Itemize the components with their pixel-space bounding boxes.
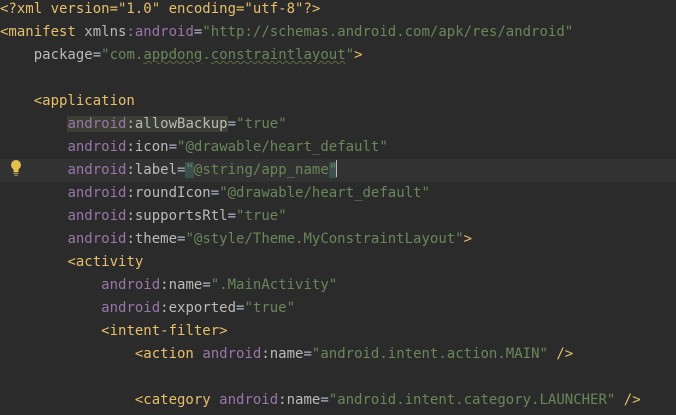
android-namespace: android [67, 139, 127, 155]
icon-value: "@drawable/heart_default" [177, 139, 388, 155]
android-namespace: android [219, 392, 279, 408]
roundicon-value: "@drawable/heart_default" [219, 185, 430, 201]
android-namespace: android [67, 208, 127, 224]
code-line-11[interactable]: android:theme="@style/Theme.MyConstraint… [0, 228, 676, 251]
exported-attr: :exported [160, 300, 237, 316]
code-line-12[interactable]: <activity [0, 251, 676, 274]
tag-close: > [463, 231, 473, 247]
android-namespace: android [67, 231, 127, 247]
code-line-14[interactable]: android:exported="true" [0, 297, 676, 320]
action-tag: <action [134, 346, 194, 362]
allowbackup-value: "true" [236, 116, 287, 132]
android-namespace: android [67, 185, 127, 201]
android-namespace: android [67, 116, 127, 132]
code-line-18[interactable]: <category android:name="android.intent.c… [0, 389, 676, 412]
code-line-5[interactable]: <application [0, 90, 676, 113]
application-tag: <application [33, 93, 135, 109]
name-attr: :name [278, 392, 321, 408]
equals-sign: = [303, 346, 312, 362]
xmlns-attr: xmlns [84, 24, 127, 40]
intent-filter-tag: <intent-filter> [101, 323, 228, 339]
name-attr: :name [160, 277, 203, 293]
code-line-17[interactable] [0, 366, 676, 389]
name-value: ".MainActivity" [210, 277, 338, 293]
equals-sign: = [92, 47, 102, 63]
code-line-4[interactable] [0, 67, 676, 90]
code-line-2[interactable]: <manifest xmlns:android="http://schemas.… [0, 21, 676, 44]
code-line-16[interactable]: <action android:name="android.intent.act… [0, 343, 676, 366]
code-line-7[interactable]: android:icon="@drawable/heart_default" [0, 136, 676, 159]
icon-attr: :icon [126, 139, 169, 155]
code-line-10[interactable]: android:supportsRtl="true" [0, 205, 676, 228]
package-value-suffix: " [345, 47, 355, 63]
roundicon-attr: :roundIcon [126, 185, 211, 201]
android-namespace: android [202, 346, 262, 362]
equals-sign: = [168, 139, 178, 155]
equals-sign: = [227, 116, 237, 132]
package-value-word-1: appdong [143, 47, 203, 63]
package-attr: package [33, 47, 93, 63]
equals-sign: = [210, 185, 220, 201]
exported-value: "true" [244, 300, 296, 316]
equals-sign: = [320, 392, 329, 408]
label-value: @string/app_name [193, 162, 329, 178]
manifest-tag: <manifest [0, 24, 76, 40]
category-tag: <category [134, 392, 211, 408]
code-line-9[interactable]: android:roundIcon="@drawable/heart_defau… [0, 182, 676, 205]
allowbackup-attr: :allowBackup [126, 116, 228, 132]
tag-close: > [354, 47, 363, 63]
supportsrtl-value: "true" [236, 208, 287, 224]
self-close: /> [615, 392, 641, 408]
equals-sign: = [227, 208, 237, 224]
open-quote-highlight: " [185, 162, 194, 178]
android-namespace: android [67, 162, 127, 178]
name-attr: :name [261, 346, 304, 362]
xmlns-value: "http://schemas.android.com/apk/res/andr… [202, 24, 574, 40]
supportsrtl-attr: :supportsRtl [126, 208, 228, 224]
code-line-8[interactable]: android:label="@string/app_name" [0, 159, 676, 182]
theme-value: "@style/Theme.MyConstraintLayout" [185, 231, 464, 247]
xml-declaration: <?xml version="1.0" encoding="utf-8"?> [0, 1, 321, 17]
label-attr: :label [126, 162, 178, 178]
code-line-15[interactable]: <intent-filter> [0, 320, 676, 343]
lightbulb-icon[interactable] [9, 159, 23, 177]
text-caret [336, 160, 338, 177]
equals-sign: = [202, 277, 211, 293]
code-line-1[interactable]: <?xml version="1.0" encoding="utf-8"?> [0, 0, 676, 21]
code-editor[interactable]: <?xml version="1.0" encoding="utf-8"?> <… [0, 0, 676, 415]
code-line-6[interactable]: android:allowBackup="true" [0, 113, 676, 136]
activity-tag: <activity [67, 254, 144, 270]
theme-attr: :theme [126, 231, 178, 247]
self-close: /> [547, 346, 574, 362]
package-value-word-2: constraintlayout [210, 47, 346, 63]
action-value: "android.intent.action.MAIN" [311, 346, 548, 362]
package-value-dot: . [202, 47, 211, 63]
android-namespace: android [101, 300, 161, 316]
category-value: "android.intent.category.LAUNCHER" [328, 392, 616, 408]
code-line-13[interactable]: android:name=".MainActivity" [0, 274, 676, 297]
code-line-3[interactable]: package="com.appdong.constraintlayout"> [0, 44, 676, 67]
package-value-prefix: "com. [101, 47, 144, 63]
xmlns-namespace: :android [126, 24, 194, 40]
android-namespace: android [101, 277, 161, 293]
